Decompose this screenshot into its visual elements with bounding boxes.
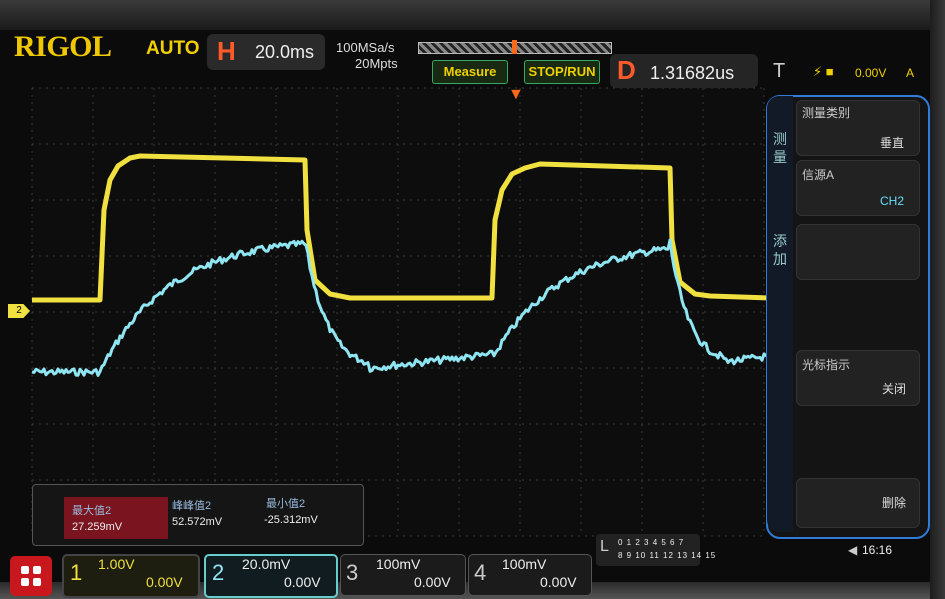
trigger-position-icon: ▼ [508,86,524,103]
horizontal-label: H [217,36,236,66]
bezel-right [930,0,945,599]
trigger-level: 0.00V [855,66,887,80]
ch4-offset: 0.00V [540,574,577,590]
trigger-edge-icon: ⚡ ■ [813,64,834,79]
pp-label: 峰峰值2 [172,500,212,512]
timebase-value: 20.0ms [255,42,315,62]
sample-rate: 100MSa/s [336,40,395,55]
meas-type-value: 垂直 [880,136,905,150]
delay-label: D [617,55,636,85]
ch3-number: 3 [346,560,359,585]
side-tab-measure-label: 测量 [773,131,787,165]
trigger-channel: A [906,66,915,80]
trigger-label: T [773,60,786,82]
delay-value: 1.31682us [650,63,735,83]
source-value: CH2 [880,194,905,208]
meas-type-label: 测量类别 [802,106,851,120]
logic-label: L [600,538,609,555]
ch1-number: 1 [70,560,83,585]
ch3-offset: 0.00V [414,574,451,590]
max-label: 最大值2 [72,505,112,517]
ch2-number: 2 [212,560,225,585]
delete-label: 删除 [882,496,907,510]
trigger-mode-label: AUTO [146,38,200,59]
min-label: 最小值2 [266,498,306,510]
ch4-number: 4 [474,560,487,585]
min-value: -25.312mV [264,514,318,526]
speaker-icon[interactable]: ◀ [848,543,857,557]
cursor-indicator-value: 关闭 [882,382,907,396]
ch2-offset: 0.00V [284,574,321,590]
memory-position-marker [512,40,517,54]
pp-value: 52.572mV [172,516,223,528]
side-tab-add-label[interactable]: 添加 [771,232,789,268]
stop-run-button[interactable]: STOP/RUN [524,60,600,84]
start-menu-button[interactable] [10,556,52,596]
ch1-scale: 1.00V [98,556,135,572]
logic-row1: 0 1 2 3 4 5 6 7 [618,538,685,547]
rigol-logo: RIGOL [14,30,112,63]
logic-row2: 8 9 10 11 12 13 14 15 [618,551,717,560]
ch2-scale: 20.0mV [242,556,291,572]
measure-button[interactable]: Measure [432,60,508,84]
empty-menu-item[interactable] [796,224,920,280]
memory-depth: 20Mpts [355,56,398,71]
ch3-scale: 100mV [376,556,421,572]
cursor-indicator-label: 光标指示 [802,358,851,372]
ch1-offset: 0.00V [146,574,183,590]
max-value: 27.259mV [72,521,123,533]
clock: 16:16 [862,543,893,557]
ch4-scale: 100mV [502,556,547,572]
source-label: 信源A [802,168,835,182]
